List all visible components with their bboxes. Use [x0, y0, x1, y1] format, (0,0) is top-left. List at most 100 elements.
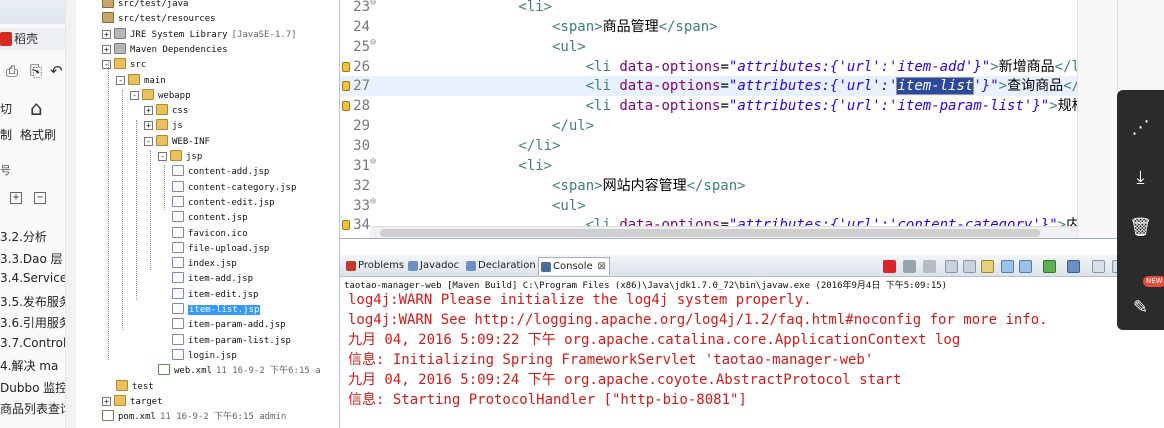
code-line[interactable]: 26 <li data-options="attributes:{'url':'i… [340, 57, 1117, 77]
scroll-lock-icon[interactable] [963, 260, 976, 273]
code-line[interactable]: 27 <li data-options="attributes:{'url':'i… [340, 76, 1117, 97]
outline-item[interactable]: Dubbo 监控 [0, 379, 65, 396]
tree-item[interactable]: item-param-list.jsp [172, 333, 291, 349]
collapse-icon[interactable]: - [116, 75, 125, 85]
word-wrap-icon[interactable] [981, 260, 994, 273]
remove-all-icon[interactable] [923, 260, 936, 273]
tree-item[interactable]: - main [116, 73, 166, 89]
outline-item[interactable]: 商品列表查询 [0, 400, 65, 417]
tree-item[interactable]: - jsp [158, 150, 202, 165]
fold-toggle-icon[interactable]: ⊖ [370, 196, 376, 207]
jsp-icon [172, 180, 184, 192]
outline-item[interactable]: 3.7.Control [0, 336, 65, 350]
tab-problems[interactable]: Problems [344, 257, 404, 275]
share-icon[interactable]: ⋰ [1117, 106, 1164, 150]
tree-item[interactable]: + css [144, 104, 188, 119]
tree-item[interactable]: + js [144, 119, 183, 134]
code-text: <li data-options="attributes:{'url':'ite… [585, 77, 1105, 96]
tree-item[interactable]: src/test/resources [102, 12, 216, 27]
pin-console-icon[interactable] [1001, 260, 1014, 273]
tree-item[interactable]: content-edit.jsp [172, 195, 275, 211]
tree-item[interactable]: item-param-add.jsp [172, 318, 286, 333]
tree-item[interactable]: file-upload.jsp [172, 241, 269, 257]
code-editor[interactable]: 23 ⊖ <li> 24 <span>商品管理</span> 25 ⊖ <ul> 26 <li d… [340, 0, 1117, 238]
format-brush-icon[interactable]: ⌂ [30, 96, 43, 120]
format-brush-label[interactable]: 格式刷 [20, 126, 56, 143]
code-line[interactable]: 24 <span>商品管理</span> [340, 17, 1117, 37]
tree-item[interactable]: item-add.jsp [172, 272, 253, 287]
expand-icon[interactable]: + [102, 29, 111, 39]
tab-console[interactable]: Console ⊠ [538, 257, 610, 275]
expand-icon[interactable]: + [144, 106, 153, 116]
delete-icon[interactable]: 🗑 [1117, 206, 1164, 250]
tree-item[interactable]: - WEB-INF [144, 134, 210, 150]
view-menu-icon[interactable] [1067, 260, 1080, 273]
tree-item[interactable]: index.jsp [172, 257, 237, 272]
print-icon[interactable]: ⎘ [30, 62, 42, 80]
editor-horizontal-scrollbar[interactable] [370, 226, 1077, 238]
tree-item[interactable]: item-edit.jsp [172, 287, 258, 303]
scrollbar-thumb[interactable] [380, 229, 1040, 237]
docer-tab[interactable]: 稻壳 [0, 28, 65, 50]
outline-item[interactable]: 3.2.分析 [0, 228, 47, 245]
code-line[interactable]: 31 ⊖ <li> [340, 156, 1117, 176]
tree-item[interactable]: web.xml 11 16-9-2 下午6:15 a [158, 364, 321, 379]
expand-icon[interactable]: + [102, 396, 111, 406]
pin-icon[interactable]: ✎ NEW [1117, 276, 1164, 330]
expand-icon[interactable]: + [102, 44, 111, 54]
save-icon[interactable]: ⎙ [6, 62, 18, 80]
tree-item[interactable]: + JRE System Library [JavaSE-1.7] [102, 27, 297, 43]
code-line[interactable]: 30 </li> [340, 136, 1117, 156]
code-line[interactable]: 23 ⊖ <li> [340, 0, 1117, 17]
tree-item[interactable]: favicon.ico [172, 226, 248, 242]
code-line[interactable]: 25 ⊖ <ul> [340, 37, 1117, 57]
outline-item[interactable]: 4.解决 ma [0, 357, 58, 374]
copy-label-partial[interactable]: 制 [0, 126, 12, 143]
outline-item[interactable]: 3.4.Service [0, 271, 65, 285]
code-line[interactable]: 28 <li data-options="attributes:{'url':'i… [340, 96, 1117, 116]
code-line[interactable]: 29 </ul> [340, 116, 1117, 136]
tree-item[interactable]: + Maven Dependencies [102, 42, 228, 58]
code-text: </li> [518, 137, 561, 154]
display-selected-console-icon[interactable] [1019, 260, 1032, 273]
tree-item[interactable]: src/test/java [102, 0, 188, 12]
tree-item[interactable]: content-add.jsp [172, 165, 269, 180]
fold-toggle-icon[interactable]: ⊖ [370, 37, 376, 48]
tree-item-label: target [130, 396, 163, 407]
tree-item[interactable]: content.jsp [172, 211, 248, 226]
collapse-icon[interactable]: - [158, 152, 167, 161]
tree-item[interactable]: item-list.jsp [172, 303, 261, 318]
code-line[interactable]: 32 <span>网站内容管理</span> [340, 176, 1117, 196]
fold-toggle-icon[interactable]: ⊖ [370, 0, 376, 8]
close-tab-icon[interactable]: ⊠ [597, 258, 605, 276]
undo-icon[interactable]: ↶ [50, 62, 63, 80]
tab-javadoc[interactable]: Javadoc [406, 257, 459, 275]
expand-icon[interactable]: + [144, 121, 153, 131]
terminate-icon[interactable] [883, 260, 896, 273]
tree-item[interactable]: login.jsp [172, 348, 237, 364]
collapse-icon[interactable]: - [144, 136, 153, 146]
tree-item[interactable]: content-category.jsp [172, 180, 296, 196]
open-console-icon[interactable] [1043, 260, 1056, 273]
remove-launch-icon[interactable] [903, 260, 916, 273]
minimize-view-icon[interactable] [1092, 260, 1105, 273]
tree-item[interactable]: pom.xml 11 16-9-2 下午6:15 admin [102, 410, 286, 425]
expand-all-icon[interactable]: + [10, 192, 22, 204]
jsp-icon [172, 165, 184, 177]
tree-item[interactable]: test [116, 379, 154, 395]
editor-vertical-scrollbar[interactable] [1077, 0, 1117, 238]
outline-item[interactable]: 3.6.引用服务 [0, 314, 65, 331]
collapse-icon[interactable]: - [102, 60, 111, 70]
download-icon[interactable]: ⤓ [1117, 156, 1164, 200]
fold-toggle-icon[interactable]: ⊖ [370, 156, 376, 167]
tree-item[interactable]: - webapp [130, 88, 191, 104]
tab-declaration[interactable]: Declaration [464, 257, 536, 275]
tree-item[interactable]: + target [102, 394, 163, 410]
cut-label[interactable]: 切 [0, 100, 12, 117]
clear-console-icon[interactable] [945, 260, 958, 273]
collapse-icon[interactable]: - [130, 90, 139, 100]
outline-item[interactable]: 3.5.发布服务 [0, 293, 65, 310]
code-line[interactable]: 33 ⊖ <ul> [340, 196, 1117, 216]
outline-item[interactable]: 3.3.Dao 层 [0, 250, 63, 267]
collapse-all-icon[interactable]: − [34, 192, 46, 204]
